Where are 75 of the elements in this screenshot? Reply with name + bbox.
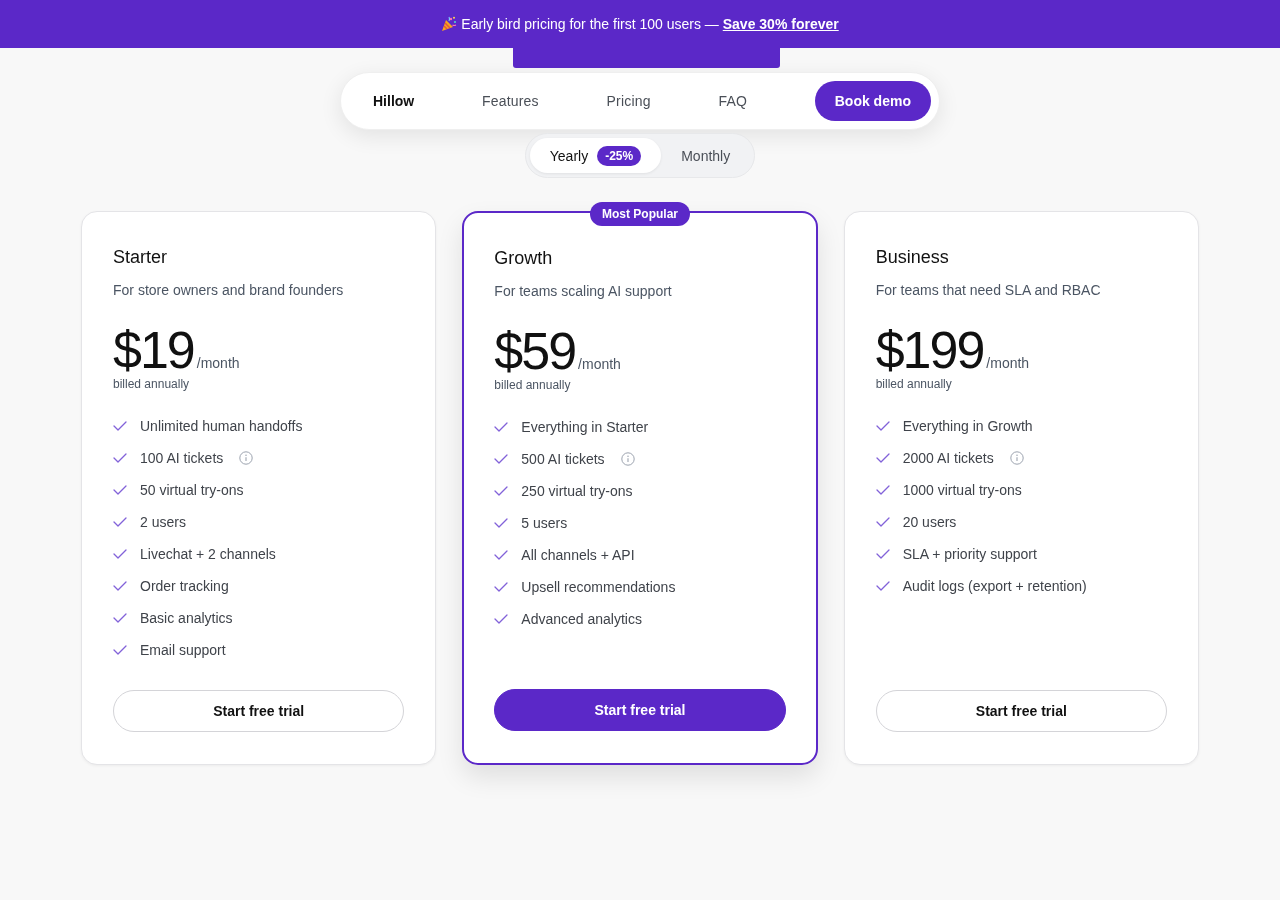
feature-text: Upsell recommendations: [521, 579, 676, 595]
feature-text: 5 users: [521, 515, 568, 531]
price-period: /month: [986, 355, 1030, 371]
feature-text: Email support: [140, 642, 226, 658]
check-icon: [875, 517, 890, 527]
price-period: /month: [578, 356, 621, 372]
info-icon[interactable]: [1009, 451, 1024, 465]
check-icon: [494, 582, 509, 592]
nav-link[interactable]: Features: [481, 93, 539, 109]
start-trial-button[interactable]: Start free trial: [113, 690, 405, 732]
nav-link[interactable]: FAQ: [718, 93, 747, 109]
plan-name: Starter: [113, 246, 168, 269]
feature-text: 500 AI tickets: [521, 451, 605, 467]
plan-description: For teams scaling AI support: [494, 282, 672, 301]
plan-description: For teams that need SLA and RBAC: [875, 281, 1101, 300]
check-icon: [494, 550, 509, 560]
feature-text: 250 virtual try-ons: [521, 483, 633, 499]
check-icon: [113, 645, 127, 655]
check-icon: [494, 486, 509, 496]
billing-note: billed annually: [494, 377, 571, 393]
check-icon: [113, 613, 127, 623]
plan-price: $19: [113, 324, 194, 376]
check-icon: [113, 421, 127, 431]
feature-text: 100 AI tickets: [140, 450, 224, 466]
feature-text: 20 users: [902, 514, 957, 530]
feature-text: Unlimited human handoffs: [140, 418, 303, 434]
feature-text: 50 virtual try-ons: [140, 482, 244, 498]
check-icon: [494, 518, 509, 528]
feature-text: All channels + API: [521, 547, 635, 563]
check-icon: [113, 485, 127, 495]
start-trial-button[interactable]: Start free trial: [494, 689, 786, 731]
brand-link[interactable]: Hillow: [373, 93, 415, 109]
info-icon[interactable]: [239, 451, 254, 465]
feature-text: Audit logs (export + retention): [902, 578, 1087, 594]
billing-note: billed annually: [113, 376, 190, 392]
check-icon: [875, 453, 890, 463]
check-icon: [494, 614, 509, 624]
billing-note: billed annually: [875, 376, 952, 392]
check-icon: [875, 421, 890, 431]
save-offer-link[interactable]: Save 30% forever: [722, 16, 839, 32]
feature-text: Basic analytics: [140, 610, 233, 626]
party-popper-icon: [441, 16, 458, 32]
popular-badge: Most Popular: [590, 202, 690, 226]
check-icon: [113, 581, 127, 591]
plan-name: Business: [875, 246, 949, 269]
check-icon: [875, 581, 890, 591]
discount-badge: -25%: [597, 145, 642, 166]
feature-text: Order tracking: [140, 578, 229, 594]
check-icon: [875, 485, 890, 495]
feature-text: 2000 AI tickets: [902, 450, 994, 466]
check-icon: [494, 422, 509, 432]
billing-option[interactable]: Monthly: [661, 138, 751, 173]
plan-price: $199: [875, 324, 984, 376]
billing-option[interactable]: Yearly -25%: [529, 138, 662, 173]
feature-text: Advanced analytics: [521, 611, 642, 627]
price-period: /month: [196, 355, 240, 371]
plan-price: $59: [494, 325, 576, 377]
check-icon: [113, 517, 127, 527]
check-icon: [494, 454, 509, 464]
nav-link[interactable]: Pricing: [606, 93, 651, 109]
start-trial-button[interactable]: Start free trial: [875, 690, 1167, 732]
feature-text: 2 users: [140, 514, 186, 530]
book-demo-button[interactable]: Book demo: [814, 81, 931, 121]
feature-text: Livechat + 2 channels: [140, 546, 276, 562]
feature-text: SLA + priority support: [902, 546, 1037, 562]
check-icon: [875, 549, 890, 559]
info-icon[interactable]: [620, 452, 635, 466]
feature-text: 1000 virtual try-ons: [902, 482, 1022, 498]
check-icon: [113, 549, 127, 559]
announcement-text: Early bird pricing for the first 100 users — Save 30% forever: [461, 16, 839, 32]
plan-name: Growth: [494, 247, 553, 270]
feature-text: Everything in Growth: [902, 418, 1033, 434]
check-icon: [113, 453, 127, 463]
feature-text: Everything in Starter: [521, 419, 649, 435]
plan-description: For store owners and brand founders: [113, 281, 344, 300]
